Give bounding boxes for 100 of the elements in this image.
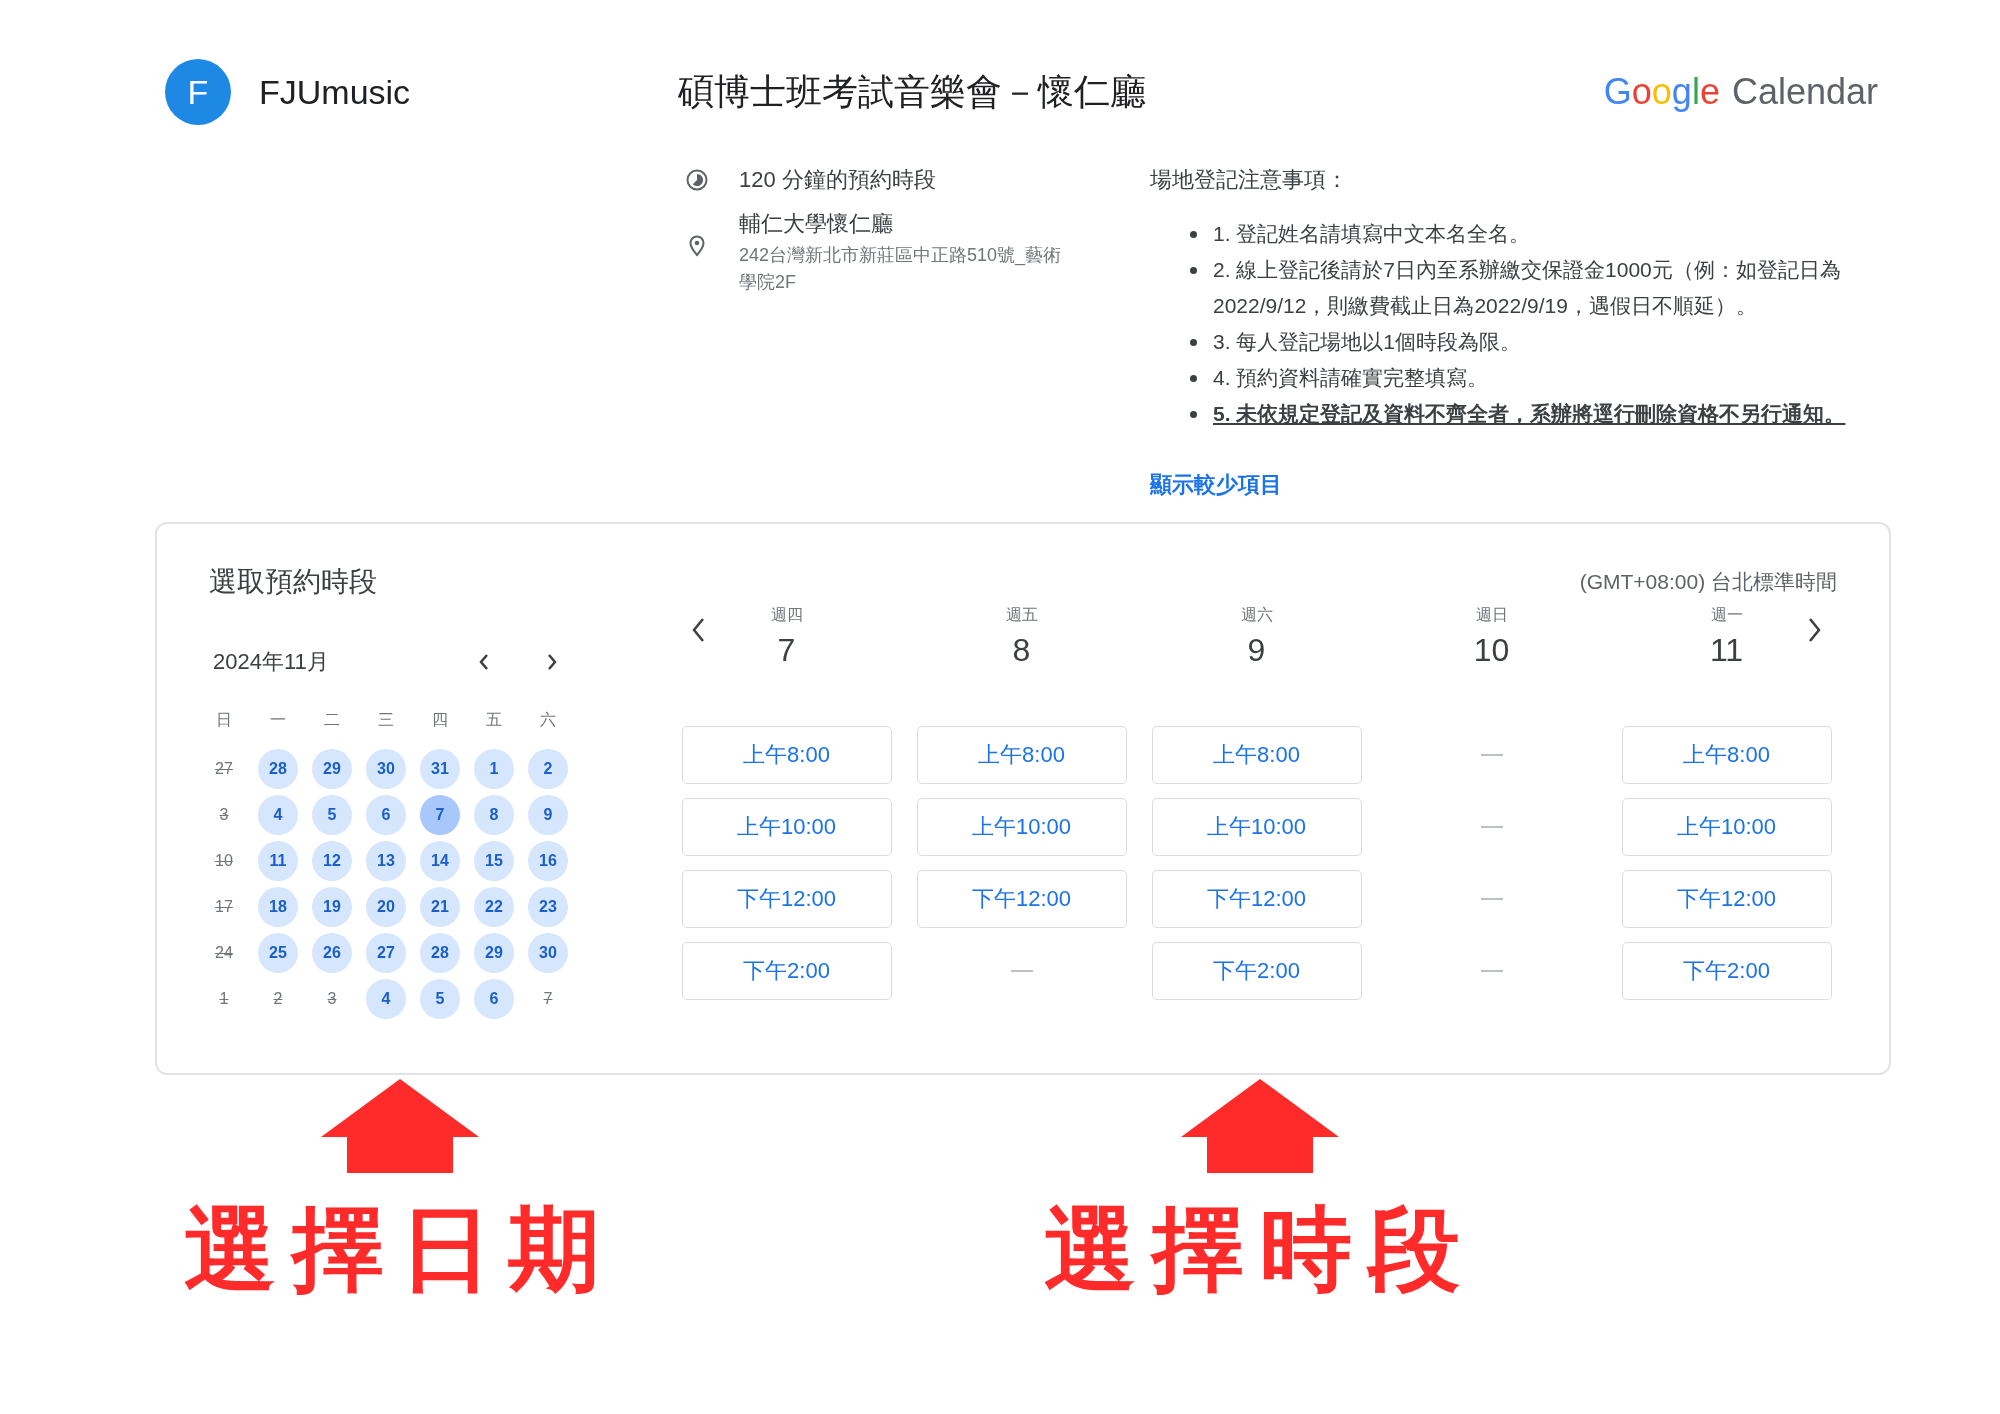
weekday-label: 二 xyxy=(323,709,341,730)
calendar-day[interactable]: 11 xyxy=(258,841,298,881)
calendar-day[interactable]: 2 xyxy=(528,749,568,789)
calendar-day[interactable]: 8 xyxy=(474,795,514,835)
calendar-day[interactable]: 7 xyxy=(420,795,460,835)
weekday-label: 一 xyxy=(269,709,287,730)
note-text: 4. 預約資料請確實完整填寫。 xyxy=(1213,365,1489,391)
calendar-day[interactable]: 6 xyxy=(366,795,406,835)
day-number: 10 xyxy=(1473,631,1510,670)
calendar-day: 7 xyxy=(528,979,568,1019)
weekday-label: 日 xyxy=(215,709,233,730)
calendar-day[interactable]: 30 xyxy=(528,933,568,973)
weekday-label: 週六 xyxy=(1240,605,1273,625)
time-slot-button[interactable]: 上午8:00 xyxy=(1151,726,1362,784)
calendar-day: 2 xyxy=(258,979,298,1019)
time-slot-button[interactable]: 下午12:00 xyxy=(1621,870,1832,928)
bullet-icon xyxy=(1190,375,1197,382)
calendar-day[interactable]: 25 xyxy=(258,933,298,973)
time-slot-button[interactable]: 下午12:00 xyxy=(916,870,1127,928)
weekday-label: 六 xyxy=(539,709,557,730)
calendar-day[interactable]: 13 xyxy=(366,841,406,881)
calendar-day[interactable]: 20 xyxy=(366,887,406,927)
weekday-label: 五 xyxy=(485,709,503,730)
location-address: 242台灣新北市新莊區中正路510號_藝術學院2F xyxy=(739,244,1063,294)
time-slot-button[interactable]: 下午2:00 xyxy=(1151,942,1362,1000)
calendar-day[interactable]: 28 xyxy=(420,933,460,973)
note-text: 1. 登記姓名請填寫中文本名全名。 xyxy=(1213,221,1531,247)
unavailable-dash xyxy=(1480,898,1503,900)
calendar-day: 24 xyxy=(204,933,244,973)
calendar-day: 3 xyxy=(204,795,244,835)
duration-text: 120 分鐘的預約時段 xyxy=(739,166,936,194)
calendar-day[interactable]: 19 xyxy=(312,887,352,927)
weekday-label: 週五 xyxy=(1005,605,1038,625)
time-slot-button[interactable]: 上午10:00 xyxy=(681,798,892,856)
annotation-label: 選擇時段 xyxy=(1044,1198,1476,1303)
calendar-day[interactable]: 5 xyxy=(312,795,352,835)
time-slot-button[interactable]: 上午8:00 xyxy=(1621,726,1832,784)
time-slot-button[interactable]: 上午10:00 xyxy=(1151,798,1362,856)
show-less-link[interactable]: 顯示較少項目 xyxy=(1150,470,1282,500)
time-slot-button[interactable]: 上午10:00 xyxy=(916,798,1127,856)
day-number: 9 xyxy=(1247,631,1266,670)
calendar-day[interactable]: 15 xyxy=(474,841,514,881)
calendar-day[interactable]: 27 xyxy=(366,933,406,973)
calendar-day: 3 xyxy=(312,979,352,1019)
calendar-day[interactable]: 28 xyxy=(258,749,298,789)
weekday-label: 週一 xyxy=(1710,605,1743,625)
notes-title: 場地登記注意事項： xyxy=(1150,166,1349,194)
logo-product: Calendar xyxy=(1731,71,1878,113)
month-title: 2024年11月 xyxy=(213,648,329,676)
calendar-day[interactable]: 4 xyxy=(258,795,298,835)
day-number: 7 xyxy=(777,631,796,670)
weekday-label: 三 xyxy=(377,709,395,730)
logo-word: Google xyxy=(1603,71,1720,113)
timezone-text: (GMT+08:00) 台北標準時間 xyxy=(1579,569,1837,595)
calendar-day[interactable]: 23 xyxy=(528,887,568,927)
time-slot-button[interactable]: 下午2:00 xyxy=(1621,942,1832,1000)
calendar-day[interactable]: 26 xyxy=(312,933,352,973)
organizer-name: FJUmusic xyxy=(259,72,411,112)
note-text: 3. 每人登記場地以1個時段為限。 xyxy=(1213,329,1522,355)
calendar-day[interactable]: 12 xyxy=(312,841,352,881)
unavailable-dash xyxy=(1480,754,1503,756)
day-number: 11 xyxy=(1709,631,1744,670)
calendar-day[interactable]: 6 xyxy=(474,979,514,1019)
unavailable-dash xyxy=(1480,970,1503,972)
booking-title: 選取預約時段 xyxy=(209,565,377,599)
time-slot-button[interactable]: 上午10:00 xyxy=(1621,798,1832,856)
calendar-day: 1 xyxy=(204,979,244,1019)
calendar-day[interactable]: 31 xyxy=(420,749,460,789)
chevron-right-icon[interactable] xyxy=(545,652,559,672)
annotation-label: 選擇日期 xyxy=(184,1198,616,1303)
calendar-day[interactable]: 18 xyxy=(258,887,298,927)
time-slot-button[interactable]: 上午8:00 xyxy=(681,726,892,784)
calendar-day[interactable]: 22 xyxy=(474,887,514,927)
calendar-day[interactable]: 14 xyxy=(420,841,460,881)
time-slot-button[interactable]: 上午8:00 xyxy=(916,726,1127,784)
up-arrow-icon xyxy=(321,1079,479,1173)
note-text: 2. 線上登記後請於7日內至系辦繳交保證金1000元（例：如登記日為2022/9/12，則繳費截止日為2022/9/19，遇假日不順延）。 xyxy=(1213,257,1842,319)
weekday-label: 週四 xyxy=(770,605,803,625)
chevron-left-icon[interactable] xyxy=(477,652,491,672)
location-name: 輔仁大學懷仁廳 xyxy=(739,210,894,238)
weekday-label: 週日 xyxy=(1475,605,1508,625)
calendar-day[interactable]: 1 xyxy=(474,749,514,789)
bullet-icon xyxy=(1190,267,1197,274)
avatar: F xyxy=(165,59,231,125)
time-slot-button[interactable]: 下午12:00 xyxy=(681,870,892,928)
calendar-day[interactable]: 29 xyxy=(312,749,352,789)
calendar-day[interactable]: 29 xyxy=(474,933,514,973)
calendar-day[interactable]: 5 xyxy=(420,979,460,1019)
time-slot-button[interactable]: 下午12:00 xyxy=(1151,870,1362,928)
bullet-icon xyxy=(1190,339,1197,346)
bullet-icon xyxy=(1190,411,1197,418)
calendar-day[interactable]: 9 xyxy=(528,795,568,835)
note-text: 5. 未依規定登記及資料不齊全者，系辦將逕行刪除資格不另行通知。 xyxy=(1213,401,1846,427)
time-slot-button[interactable]: 下午2:00 xyxy=(681,942,892,1000)
calendar-day[interactable]: 30 xyxy=(366,749,406,789)
calendar-day[interactable]: 16 xyxy=(528,841,568,881)
calendar-day: 27 xyxy=(204,749,244,789)
calendar-day[interactable]: 4 xyxy=(366,979,406,1019)
event-title: 碩博士班考試音樂會－懷仁廳 xyxy=(678,69,1147,114)
calendar-day[interactable]: 21 xyxy=(420,887,460,927)
